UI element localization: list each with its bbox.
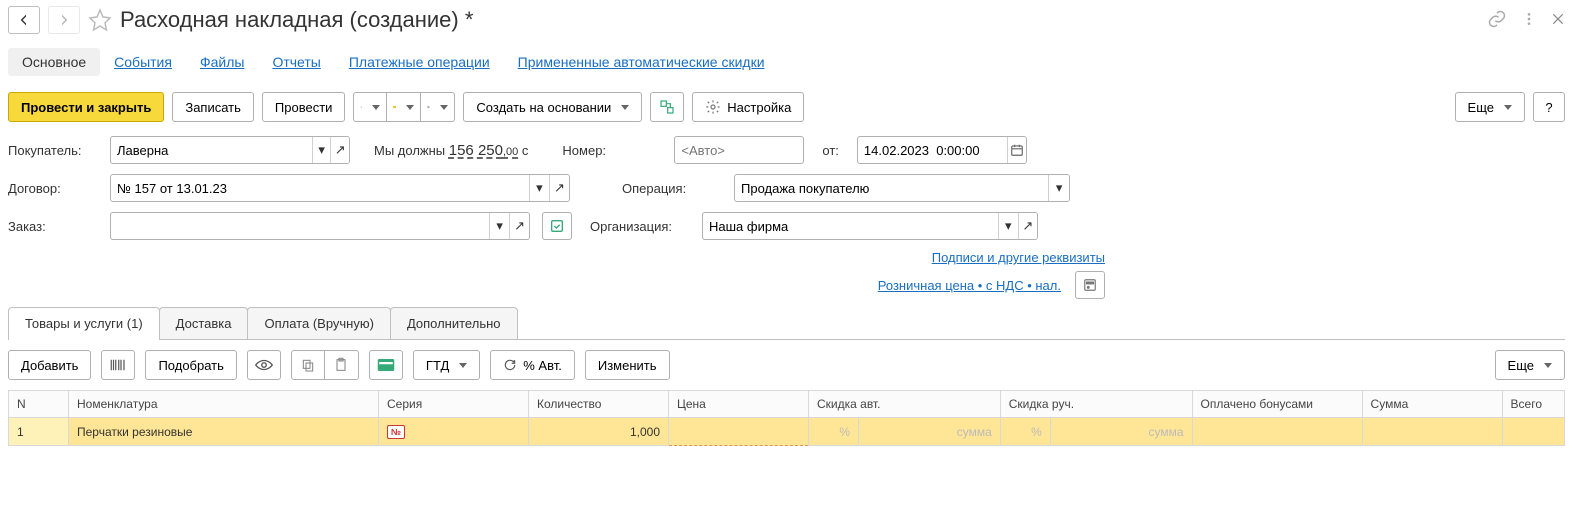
detail-tabs: Товары и услуги (1) Доставка Оплата (Вру…: [8, 307, 1565, 340]
auto-percent-button[interactable]: % Авт.: [490, 350, 575, 380]
balance-text: Мы должны 156 250,00 с: [374, 142, 528, 159]
dropdown-icon[interactable]: ▾: [1048, 175, 1069, 201]
dropdown-icon[interactable]: ▾: [998, 213, 1017, 239]
post-button[interactable]: Провести: [262, 92, 346, 122]
order-field[interactable]: ▾ ↗: [110, 212, 530, 240]
tab-goods[interactable]: Товары и услуги (1): [8, 307, 160, 339]
signatures-link[interactable]: Подписи и другие реквизиты: [932, 250, 1105, 265]
main-toolbar: Провести и закрыть Записать Провести Соз…: [8, 92, 1565, 122]
contract-field[interactable]: ▾ ↗: [110, 174, 570, 202]
dropdown-icon[interactable]: ▾: [489, 213, 509, 239]
price-cell[interactable]: [669, 418, 809, 446]
number-label: Номер:: [562, 143, 662, 158]
star-icon[interactable]: [88, 8, 112, 32]
disc-man-pct[interactable]: %: [1000, 418, 1050, 446]
org-label: Организация:: [590, 219, 690, 234]
tab-delivery[interactable]: Доставка: [159, 307, 249, 339]
tab-reports[interactable]: Отчеты: [258, 48, 334, 76]
tab-main[interactable]: Основное: [8, 48, 100, 76]
paste-button[interactable]: [325, 350, 359, 380]
date-prefix: от:: [822, 143, 839, 158]
back-button[interactable]: [8, 6, 40, 34]
tab-payment-ops[interactable]: Платежные операции: [335, 48, 504, 76]
print-button[interactable]: [421, 92, 455, 122]
card-button[interactable]: [369, 350, 403, 380]
operation-label: Операция:: [622, 181, 722, 196]
tab-toolbar: Добавить Подобрать ГТД % Авт. Изменить Е…: [8, 340, 1565, 390]
disc-auto-sum[interactable]: сумма: [859, 418, 1001, 446]
tab-events[interactable]: События: [100, 48, 186, 76]
sum-cell[interactable]: [1362, 418, 1502, 446]
email-button[interactable]: [387, 92, 421, 122]
buyer-input[interactable]: [111, 137, 312, 163]
forward-button[interactable]: [48, 6, 80, 34]
total-cell[interactable]: [1502, 418, 1564, 446]
table-row[interactable]: 1 Перчатки резиновые № 1,000 % сумма % с…: [9, 418, 1565, 446]
table-header: N Номенклатура Серия Количество Цена Ски…: [9, 391, 1565, 418]
copy-button[interactable]: [291, 350, 325, 380]
nomenclature-cell[interactable]: Перчатки резиновые: [69, 418, 379, 446]
buyer-field[interactable]: ▾ ↗: [110, 136, 350, 164]
dropdown-icon[interactable]: ▾: [312, 137, 331, 163]
items-table: N Номенклатура Серия Количество Цена Ски…: [8, 390, 1565, 446]
series-badge: №: [387, 425, 405, 439]
contract-label: Договор:: [8, 181, 98, 196]
help-button[interactable]: ?: [1533, 92, 1565, 122]
number-field[interactable]: [674, 136, 804, 164]
gear-icon: [705, 99, 721, 115]
price-settings-button[interactable]: [1075, 271, 1105, 299]
page-title: Расходная накладная (создание) *: [120, 7, 1479, 33]
link-icon[interactable]: [1487, 9, 1507, 32]
dropdown-icon[interactable]: ▾: [529, 175, 549, 201]
attach-button[interactable]: [353, 92, 387, 122]
tab-files[interactable]: Файлы: [186, 48, 258, 76]
disc-auto-pct[interactable]: %: [809, 418, 859, 446]
order-refresh-button[interactable]: [542, 212, 572, 240]
qty-cell[interactable]: 1,000: [529, 418, 669, 446]
tab-auto-discounts[interactable]: Примененные автоматические скидки: [504, 48, 779, 76]
add-button[interactable]: Добавить: [8, 350, 91, 380]
nav-tabs: Основное События Файлы Отчеты Платежные …: [8, 48, 1565, 76]
order-label: Заказ:: [8, 219, 98, 234]
date-field[interactable]: [857, 136, 1027, 164]
gtd-button[interactable]: ГТД: [413, 350, 480, 380]
disc-man-sum[interactable]: сумма: [1050, 418, 1192, 446]
calendar-icon[interactable]: [1007, 137, 1026, 163]
more-button[interactable]: Еще: [1455, 92, 1525, 122]
structure-button[interactable]: [650, 92, 684, 122]
kebab-icon[interactable]: [1521, 11, 1537, 30]
create-based-button[interactable]: Создать на основании: [463, 92, 642, 122]
bonus-cell[interactable]: [1192, 418, 1362, 446]
operation-field[interactable]: ▾: [734, 174, 1070, 202]
tab-more-button[interactable]: Еще: [1495, 350, 1565, 380]
tab-payment[interactable]: Оплата (Вручную): [247, 307, 390, 339]
settings-button[interactable]: Настройка: [692, 92, 804, 122]
tab-extra[interactable]: Дополнительно: [390, 307, 518, 339]
change-button[interactable]: Изменить: [585, 350, 670, 380]
buyer-label: Покупатель:: [8, 143, 98, 158]
close-icon[interactable]: [1551, 12, 1565, 29]
open-icon[interactable]: ↗: [549, 175, 569, 201]
barcode-button[interactable]: [101, 350, 135, 380]
open-icon[interactable]: ↗: [330, 137, 349, 163]
series-cell[interactable]: №: [379, 418, 529, 446]
save-button[interactable]: Записать: [172, 92, 254, 122]
post-close-button[interactable]: Провести и закрыть: [8, 92, 164, 122]
price-mode-link[interactable]: Розничная цена • с НДС • нал.: [878, 278, 1061, 293]
open-icon[interactable]: ↗: [1018, 213, 1037, 239]
open-icon[interactable]: ↗: [509, 213, 529, 239]
pick-button[interactable]: Подобрать: [145, 350, 236, 380]
org-field[interactable]: ▾ ↗: [702, 212, 1038, 240]
refresh-icon: [503, 358, 517, 372]
view-button[interactable]: [247, 350, 281, 380]
